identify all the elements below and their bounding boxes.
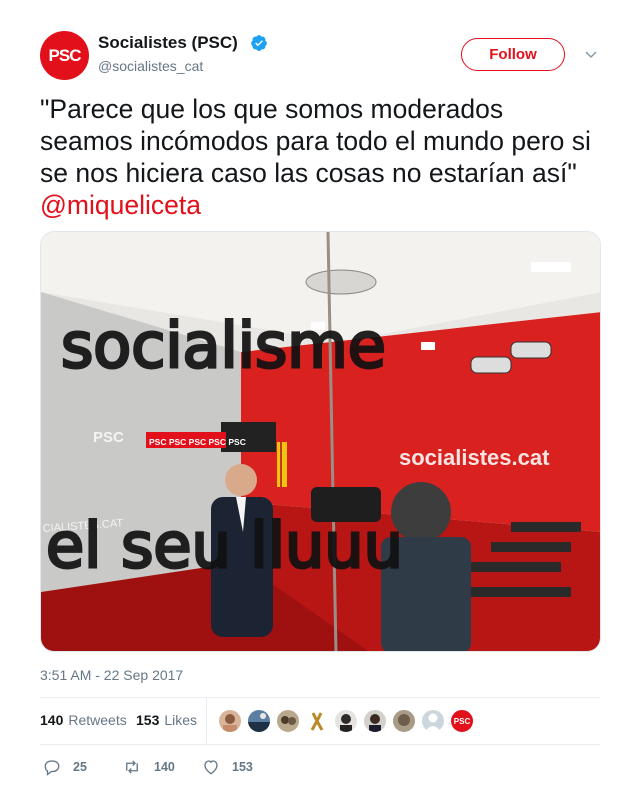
tweet-timestamp[interactable]: 3:51 AM - 22 Sep 2017 xyxy=(40,667,183,683)
liker-avatar-3[interactable] xyxy=(276,709,300,733)
liker-avatar-2[interactable] xyxy=(247,709,271,733)
reply-icon xyxy=(44,760,60,776)
stats-vertical-divider xyxy=(206,698,207,744)
retweets-label: Retweets xyxy=(68,712,127,728)
default-avatar-icon[interactable] xyxy=(421,709,445,733)
reply-action[interactable]: 25 xyxy=(43,758,87,776)
tweet-body: "Parece que los que somos moderados seam… xyxy=(40,94,591,188)
stats-divider-top xyxy=(40,697,600,698)
likes-label: Likes xyxy=(164,712,198,728)
retweets-count: 140 xyxy=(40,712,64,728)
liker-avatar-5[interactable] xyxy=(334,709,358,733)
liker-avatar-7[interactable] xyxy=(392,709,416,733)
chevron-down-icon[interactable] xyxy=(584,47,598,61)
wall-website-text: socialistes.cat xyxy=(399,445,550,470)
like-action[interactable]: 153 xyxy=(202,758,253,776)
author-handle[interactable]: @socialistes_cat xyxy=(98,58,203,74)
retweet-action[interactable]: 140 xyxy=(122,758,175,776)
retweet-icon xyxy=(126,760,138,774)
wall-banner-text: PSC PSC PSC PSC PSC xyxy=(149,437,246,447)
handwritten-scribble-bottom: el seu lluuu xyxy=(46,509,403,582)
follow-button[interactable]: Follow xyxy=(461,38,565,71)
liker-avatar-1[interactable] xyxy=(218,709,242,733)
tweet-photo[interactable]: PSC PSC PSC PSC PSC PSC socialistes.cat … xyxy=(40,231,601,652)
verified-badge-icon xyxy=(251,35,267,51)
stats-divider-bottom xyxy=(40,744,600,745)
heart-icon xyxy=(204,760,218,775)
likes-stat[interactable]: 153 Likes xyxy=(136,712,197,728)
liker-psc-logo[interactable]: PSC xyxy=(450,709,474,733)
author-name[interactable]: Socialistes (PSC) xyxy=(98,33,238,53)
handwritten-scribble-top: socialisme xyxy=(61,309,386,382)
author-avatar[interactable]: PSC xyxy=(40,31,89,80)
wall-logo-psc: PSC xyxy=(93,429,124,446)
liker-psc-logo-text: PSC xyxy=(453,716,471,726)
ribbon-icon[interactable] xyxy=(305,709,329,733)
photo-illustration: PSC PSC PSC PSC PSC PSC socialistes.cat … xyxy=(41,232,600,651)
like-count: 153 xyxy=(232,760,253,774)
retweets-stat[interactable]: 140 Retweets xyxy=(40,712,127,728)
liker-avatar-6[interactable] xyxy=(363,709,387,733)
retweet-count: 140 xyxy=(154,760,175,774)
reply-count: 25 xyxy=(73,760,87,774)
mention-link[interactable]: @miqueliceta xyxy=(40,190,201,220)
likes-count: 153 xyxy=(136,712,160,728)
tweet-text: "Parece que los que somos moderados seam… xyxy=(40,93,600,221)
avatar-logo-text: PSC xyxy=(48,45,82,65)
